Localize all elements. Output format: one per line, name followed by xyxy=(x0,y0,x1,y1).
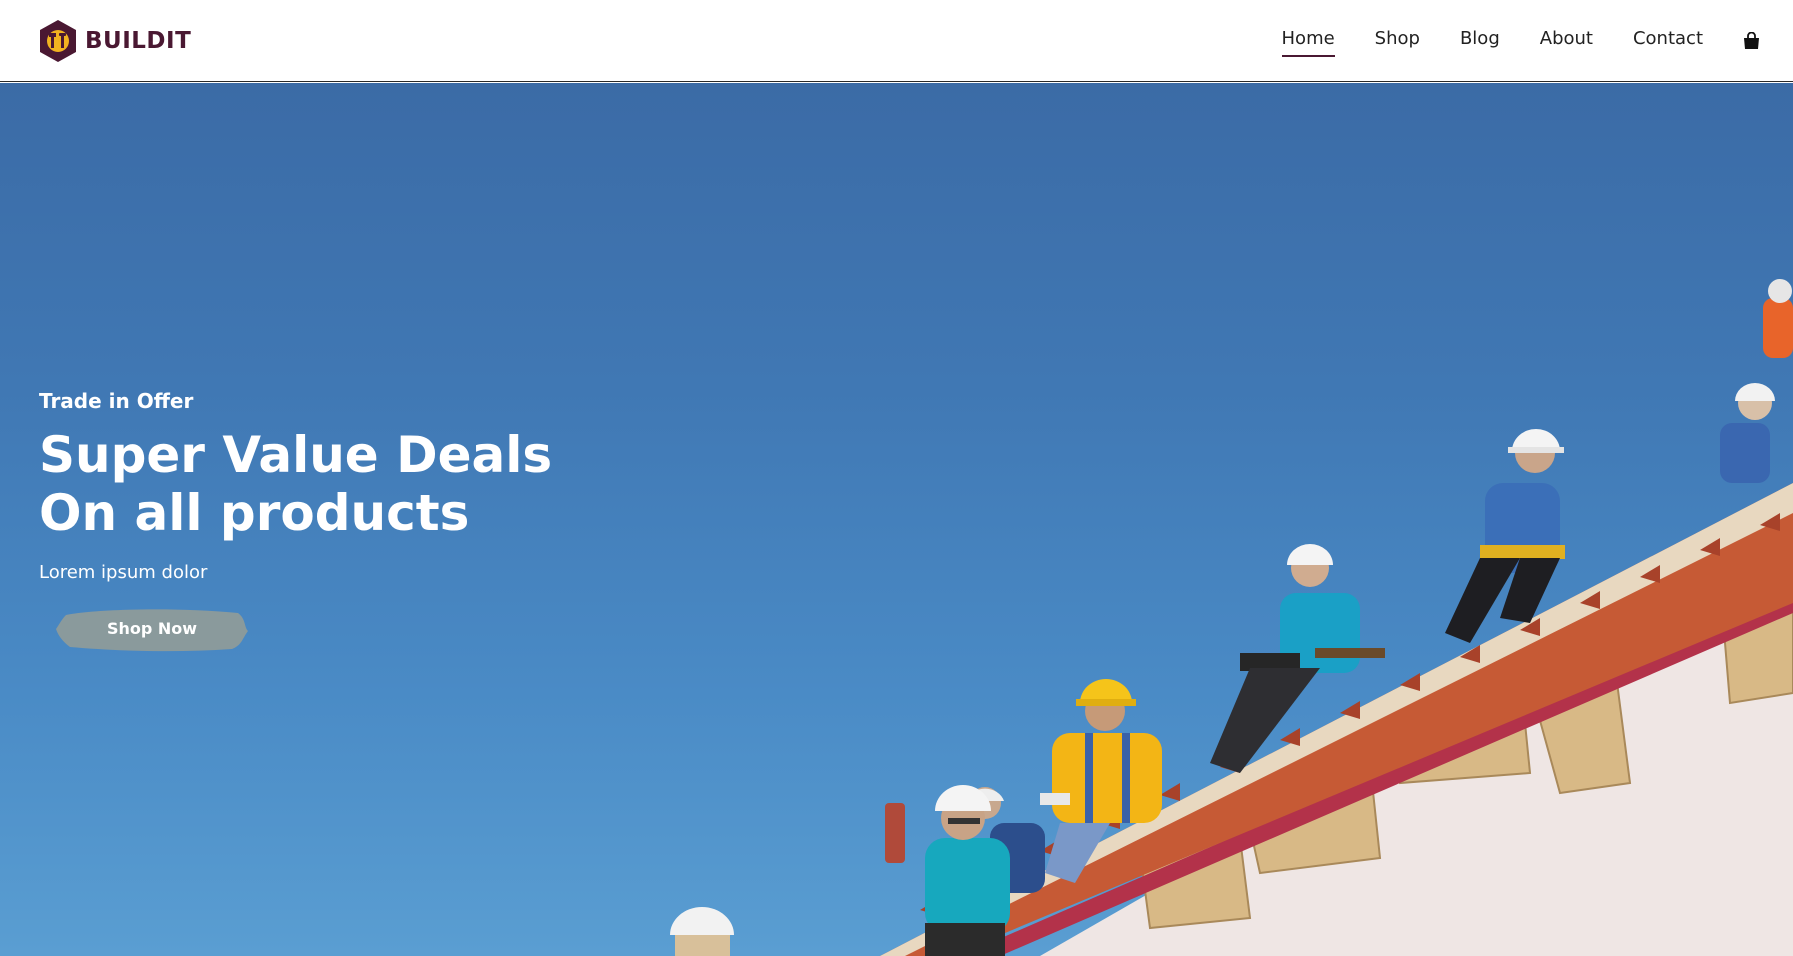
hero-subtitle: Lorem ipsum dolor xyxy=(39,562,208,583)
nav-shop[interactable]: Shop xyxy=(1375,28,1420,53)
main-nav: Home Shop Blog About Contact xyxy=(1242,28,1760,57)
nav-blog[interactable]: Blog xyxy=(1460,28,1500,53)
shopping-bag-icon[interactable] xyxy=(1743,31,1760,50)
hex-tools-icon xyxy=(40,19,76,62)
site-header: BUILDIT Home Shop Blog About Contact xyxy=(0,0,1793,82)
nav-contact[interactable]: Contact xyxy=(1633,28,1703,53)
hero-eyebrow: Trade in Offer xyxy=(39,389,194,413)
shop-now-button[interactable]: Shop Now xyxy=(56,605,248,653)
shop-now-label: Shop Now xyxy=(106,619,198,638)
hero-title: Super Value Deals On all products xyxy=(39,426,599,542)
brand-name: BUILDIT xyxy=(85,27,192,54)
nav-home[interactable]: Home xyxy=(1281,28,1335,57)
hero-banner: Trade in Offer Super Value Deals On all … xyxy=(0,83,1793,956)
hero-title-line2: On all products xyxy=(39,484,470,542)
hero-content: Trade in Offer Super Value Deals On all … xyxy=(39,389,599,653)
nav-about[interactable]: About xyxy=(1540,28,1593,53)
brand-logo-link[interactable]: BUILDIT xyxy=(38,19,191,63)
hero-title-line1: Super Value Deals xyxy=(39,426,553,484)
worker-top-right xyxy=(1763,279,1793,358)
worker-bottom xyxy=(670,907,734,956)
worker-right xyxy=(1720,383,1775,483)
